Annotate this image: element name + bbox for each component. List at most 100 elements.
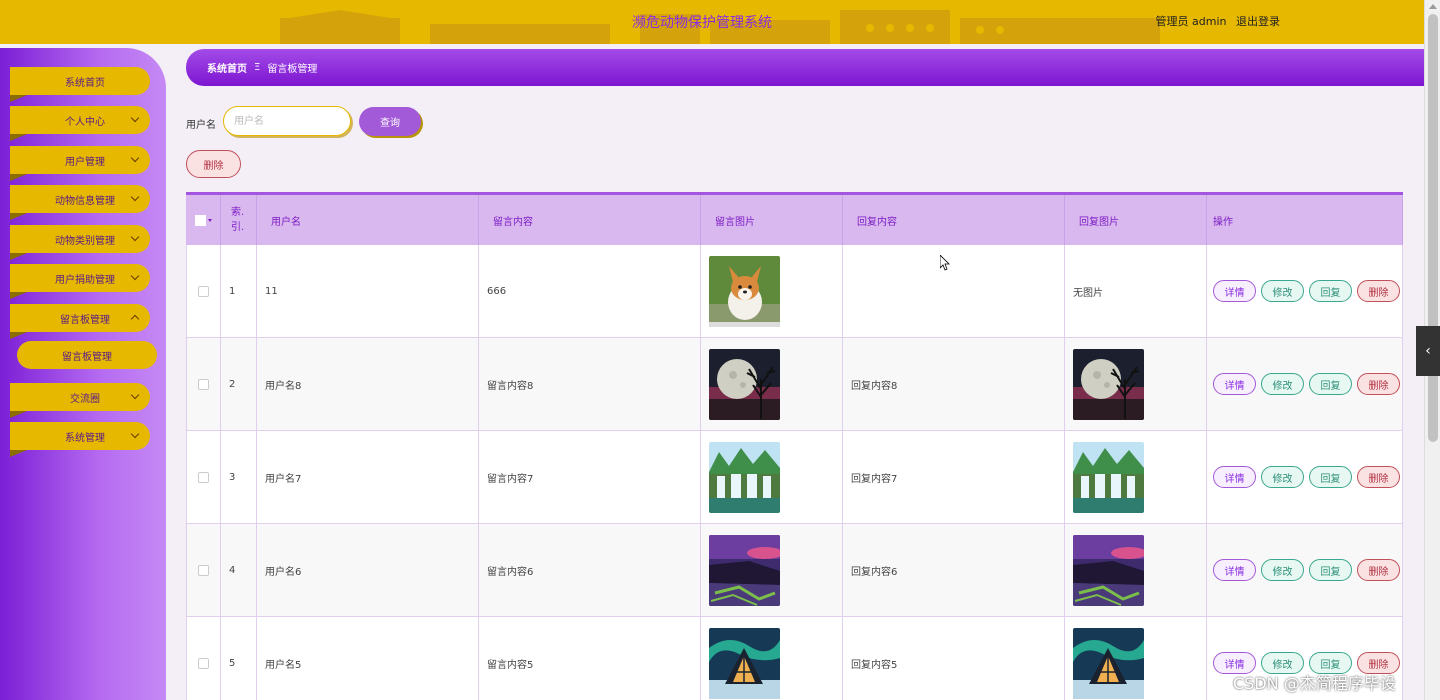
row-checkbox[interactable] [198, 378, 209, 390]
reply-image[interactable] [1073, 348, 1144, 420]
scrollbar-thumb[interactable] [1428, 14, 1438, 442]
reply-button[interactable]: 回复 [1309, 373, 1352, 395]
username-search-input[interactable] [223, 106, 351, 136]
breadcrumb-current: 留言板管理 [267, 64, 318, 75]
column-header-reply-image: 回复图片 [1065, 195, 1207, 245]
detail-button[interactable]: 详情 [1213, 559, 1256, 581]
index-cell: 2 [221, 338, 257, 430]
username-cell: 用户名7 [257, 431, 479, 523]
message-image[interactable] [709, 255, 780, 327]
username-cell: 用户名8 [257, 338, 479, 430]
image-cell [701, 617, 843, 700]
reply-image[interactable] [1073, 534, 1144, 606]
chevron-down-icon [130, 113, 140, 123]
actions-cell: 详情 修改 回复 删除 [1207, 338, 1403, 430]
content-cell: 留言内容7 [479, 431, 701, 523]
reply-image[interactable] [1073, 627, 1144, 699]
reply-cell: 回复内容7 [843, 431, 1065, 523]
row-select-cell [186, 617, 221, 700]
sidebar-item-label: 留言板管理 [60, 314, 110, 326]
reply-image-cell [1065, 524, 1207, 616]
sidebar: 系统首页 个人中心 用户管理 动物信息管理 动物类别管理 用户捐助管理 留言板管… [0, 48, 166, 700]
row-checkbox[interactable] [198, 657, 209, 669]
mouse-cursor-icon [940, 255, 950, 271]
column-header-content: 留言内容 [479, 195, 701, 245]
logout-link[interactable]: 退出登录 [1236, 15, 1280, 28]
table-header: 索. 引. 用户名 留言内容 留言图片 回复内容 回复图片 操作 [186, 195, 1403, 245]
search-label: 用户名 [186, 120, 216, 131]
delete-row-button[interactable]: 删除 [1357, 280, 1400, 302]
index-header-top: 索. [231, 207, 245, 218]
search-button[interactable]: 查询 [359, 107, 421, 136]
table-row: 4 用户名6 留言内容6 回复内容6 详情 修改 回复 删除 [186, 524, 1403, 617]
sidebar-item-forum[interactable]: 交流圈 [10, 383, 150, 418]
message-image[interactable] [709, 627, 780, 699]
sidebar-item-donation[interactable]: 用户捐助管理 [10, 264, 150, 299]
content-cell: 留言内容8 [479, 338, 701, 430]
edit-button[interactable]: 修改 [1261, 373, 1304, 395]
index-cell: 4 [221, 524, 257, 616]
message-image[interactable] [709, 348, 780, 420]
column-header-index: 索. 引. [221, 195, 257, 245]
column-header-reply: 回复内容 [843, 195, 1065, 245]
detail-button[interactable]: 详情 [1213, 466, 1256, 488]
table-row: 3 用户名7 留言内容7 回复内容7 详情 修改 回复 删除 [186, 431, 1403, 524]
reply-image-cell: 无图片 [1065, 245, 1207, 337]
sidebar-item-home[interactable]: 系统首页 [10, 67, 150, 102]
sidebar-item-message-board[interactable]: 留言板管理 [10, 304, 150, 339]
row-select-cell [186, 524, 221, 616]
reply-cell: 回复内容6 [843, 524, 1065, 616]
row-checkbox[interactable] [198, 564, 209, 576]
reply-image-cell [1065, 617, 1207, 700]
content-cell: 留言内容6 [479, 524, 701, 616]
table-row: 5 用户名5 留言内容5 回复内容5 详情 修改 回复 删除 [186, 617, 1403, 700]
username-cell: 用户名5 [257, 617, 479, 700]
reply-cell: 回复内容5 [843, 617, 1065, 700]
reply-image[interactable] [1073, 441, 1144, 513]
reply-button[interactable]: 回复 [1309, 280, 1352, 302]
no-image-text: 无图片 [1073, 287, 1103, 299]
select-all-checkbox[interactable] [194, 214, 206, 226]
side-panel-toggle[interactable]: ‹ [1416, 326, 1440, 376]
delete-row-button[interactable]: 删除 [1357, 466, 1400, 488]
breadcrumb-home[interactable]: 系统首页 [207, 60, 247, 75]
edit-button[interactable]: 修改 [1261, 280, 1304, 302]
edit-button[interactable]: 修改 [1261, 466, 1304, 488]
sidebar-item-animal-info[interactable]: 动物信息管理 [10, 185, 150, 220]
submenu-item-message-board[interactable]: 留言板管理 [17, 341, 157, 369]
index-cell: 3 [221, 431, 257, 523]
table-body: 1 11 666 无图片 详情 修改 回复 删除 2 用户名8 留言内容8 回复内容8 详情 修改 回复 删除… [186, 245, 1403, 700]
delete-row-button[interactable]: 删除 [1357, 373, 1400, 395]
reply-button[interactable]: 回复 [1309, 466, 1352, 488]
sidebar-item-personal-center[interactable]: 个人中心 [10, 106, 150, 141]
sidebar-item-animal-category[interactable]: 动物类别管理 [10, 225, 150, 260]
delete-row-button[interactable]: 删除 [1357, 559, 1400, 581]
user-area: 管理员 admin 退出登录 [1150, 13, 1280, 29]
message-image[interactable] [709, 441, 780, 513]
sidebar-item-system[interactable]: 系统管理 [10, 422, 150, 457]
reply-button[interactable]: 回复 [1309, 559, 1352, 581]
content-cell: 666 [479, 245, 701, 337]
edit-button[interactable]: 修改 [1261, 559, 1304, 581]
scroll-up-arrow-icon[interactable] [1429, 4, 1437, 9]
detail-button[interactable]: 详情 [1213, 280, 1256, 302]
content-cell: 留言内容5 [479, 617, 701, 700]
bulk-delete-button[interactable]: 删除 [186, 150, 241, 178]
message-image[interactable] [709, 534, 780, 606]
chevron-left-icon: ‹ [1425, 343, 1431, 359]
index-cell: 5 [221, 617, 257, 700]
row-checkbox[interactable] [198, 471, 209, 483]
row-checkbox[interactable] [198, 285, 209, 297]
username-cell: 用户名6 [257, 524, 479, 616]
detail-button[interactable]: 详情 [1213, 373, 1256, 395]
sidebar-item-user-management[interactable]: 用户管理 [10, 146, 150, 181]
top-header: 濒危动物保护管理系统 管理员 admin 退出登录 [0, 0, 1424, 44]
row-select-cell [186, 245, 221, 337]
message-table: 索. 引. 用户名 留言内容 留言图片 回复内容 回复图片 操作 1 11 666 无… [186, 192, 1403, 700]
index-cell: 1 [221, 245, 257, 337]
watermark: CSDN @杰简程序毕设 [1233, 674, 1396, 693]
sidebar-item-label: 动物类别管理 [55, 235, 115, 247]
row-select-cell [186, 431, 221, 523]
sidebar-item-label: 系统管理 [65, 432, 105, 444]
chevron-down-icon [130, 153, 140, 163]
